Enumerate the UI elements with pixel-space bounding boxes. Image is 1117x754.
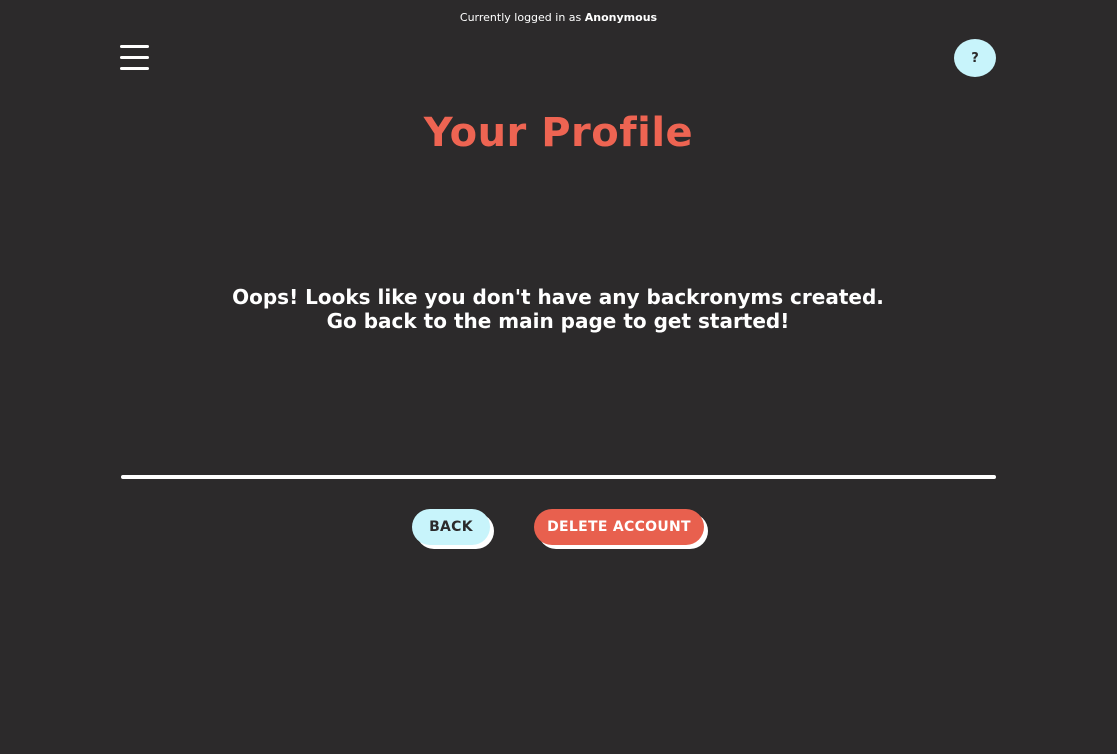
back-button[interactable]: BACK [412, 509, 490, 545]
login-prefix: Currently logged in as [459, 11, 582, 24]
delete-account-button[interactable]: DELETE ACCOUNT [534, 509, 704, 545]
page-title: Your Profile [423, 110, 694, 156]
menu-bar [120, 67, 149, 70]
menu-bar [120, 56, 149, 59]
username: Anonymous [584, 11, 658, 24]
empty-state-message: Oops! Looks like you don't have any back… [232, 285, 884, 333]
divider [121, 475, 996, 479]
menu-bar [120, 45, 149, 48]
hamburger-menu-icon[interactable] [119, 42, 151, 74]
help-button[interactable]: ? [954, 39, 996, 77]
login-status: Currently logged in as Anonymous [0, 11, 1117, 24]
